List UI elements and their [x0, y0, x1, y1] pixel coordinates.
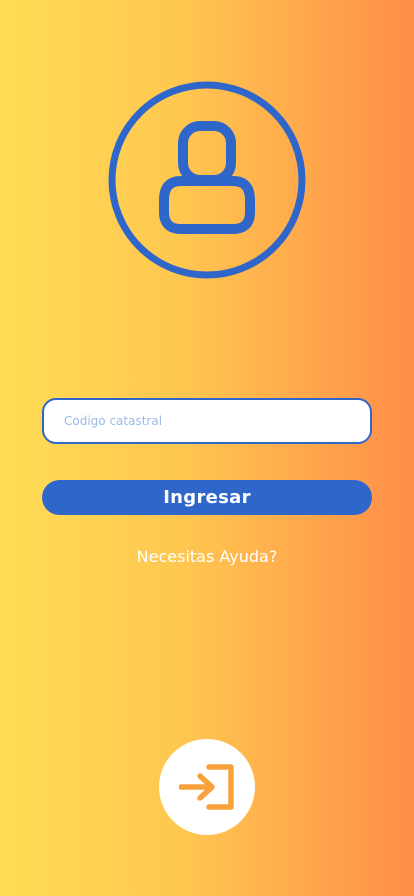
login-fab-button[interactable] — [159, 739, 255, 835]
codigo-catastral-input[interactable] — [44, 400, 370, 442]
sign-in-icon — [179, 764, 234, 810]
user-avatar-icon — [107, 80, 307, 280]
ingresar-button-label: Ingresar — [163, 487, 251, 508]
codigo-catastral-field[interactable] — [42, 398, 372, 444]
ingresar-button[interactable]: Ingresar — [42, 480, 372, 515]
help-link[interactable]: Necesitas Ayuda? — [0, 547, 414, 566]
